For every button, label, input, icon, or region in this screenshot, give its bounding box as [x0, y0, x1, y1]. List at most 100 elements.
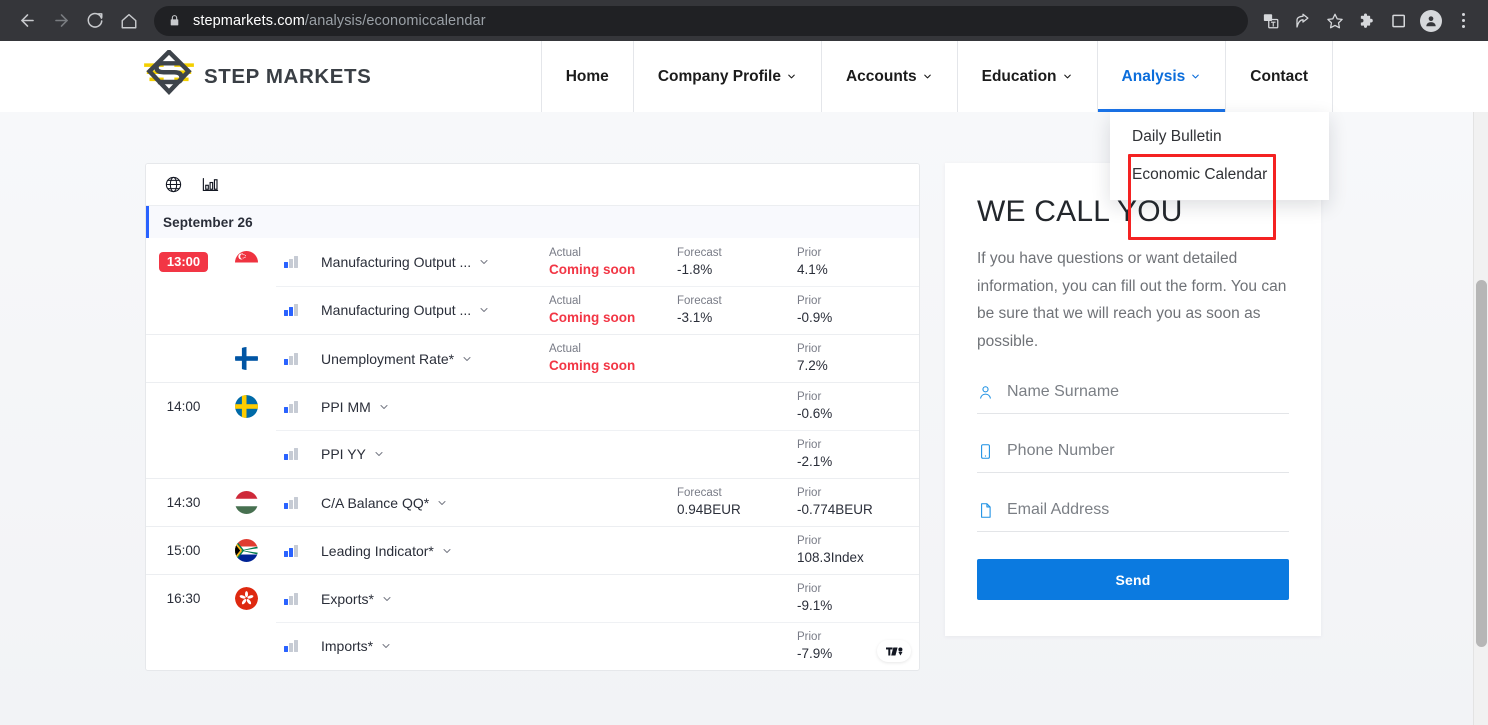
prior-label: Prior [797, 535, 822, 548]
prior-value: -0.6% [797, 406, 833, 422]
table-row[interactable]: 15:00 Leading Indicator* Prior 108.3Index [146, 526, 919, 574]
event-name-cell[interactable]: PPI MM [311, 399, 549, 415]
prior-cell: Prior -9.1% [797, 582, 919, 615]
event-time: 15:00 [166, 543, 201, 558]
page-scrollbar[interactable] [1473, 112, 1488, 725]
event-time-cell: 13:00 [146, 251, 221, 273]
event-time: 14:00 [166, 399, 201, 414]
nav-item-company-profile[interactable]: Company Profile [632, 41, 821, 112]
table-row[interactable]: Unemployment Rate* Actual Coming soon Prior… [146, 334, 919, 382]
event-name: Imports* [321, 638, 374, 654]
country-flag-cell [221, 539, 271, 562]
address-bar[interactable]: stepmarkets.com/analysis/economiccalenda… [154, 5, 1248, 36]
url-text: stepmarkets.com/analysis/economiccalenda… [193, 13, 486, 29]
translate-icon[interactable] [1256, 6, 1286, 36]
event-name-cell[interactable]: Exports* [311, 591, 549, 607]
prior-value: -9.1% [797, 598, 833, 614]
globe-icon[interactable] [164, 175, 183, 194]
back-button[interactable] [10, 4, 44, 38]
email-input[interactable] [1007, 501, 1289, 520]
chevron-down-icon[interactable] [478, 304, 490, 316]
lock-icon [168, 14, 181, 27]
site-header: STEP MARKETS Home Company Profile Accoun… [0, 41, 1488, 240]
table-row[interactable]: 14:30 C/A Balance QQ* Forecast 0.94BEUR Prio… [146, 478, 919, 526]
nav-item-education[interactable]: Education [956, 41, 1097, 112]
chevron-down-icon[interactable] [380, 640, 392, 652]
table-row[interactable]: 14:00 PPI MM Prior -0.6% [146, 382, 919, 430]
event-name-cell[interactable]: C/A Balance QQ* [311, 495, 549, 511]
nav-item-home[interactable]: Home [540, 41, 633, 112]
prior-cell: Prior 108.3Index [797, 534, 919, 567]
dropdown-item-economic-calendar[interactable]: Economic Calendar [1110, 156, 1329, 194]
event-name-cell[interactable]: Unemployment Rate* [311, 351, 549, 367]
actual-value: Coming soon [549, 309, 636, 325]
site-logo[interactable]: STEP MARKETS [0, 41, 395, 112]
table-row[interactable]: 16:30 Exports* Prior -9.1% [146, 574, 919, 622]
event-time-cell: 15:00 [146, 543, 221, 558]
dropdown-item-daily-bulletin[interactable]: Daily Bulletin [1110, 118, 1329, 156]
phone-field-row[interactable] [977, 428, 1289, 474]
table-row[interactable]: Imports* Prior -7.9% [146, 622, 919, 670]
side-panel-icon[interactable] [1384, 6, 1414, 36]
page-content: September 26 13:00 Manufacturing Output .… [0, 112, 1488, 725]
prior-value: 4.1% [797, 261, 828, 277]
chrome-menu-icon[interactable] [1448, 6, 1478, 36]
volatility-bars-icon [284, 544, 298, 557]
prior-cell: Prior -0.774BEUR [797, 486, 919, 519]
prior-label: Prior [797, 246, 822, 259]
actual-value: Coming soon [549, 358, 636, 374]
volatility-bars-icon [284, 640, 298, 652]
chevron-down-icon[interactable] [378, 401, 390, 413]
forward-button[interactable] [44, 4, 78, 38]
chevron-down-icon [1190, 71, 1201, 82]
phone-input[interactable] [1007, 442, 1289, 461]
event-name-cell[interactable]: PPI YY [311, 446, 549, 462]
email-field-row[interactable] [977, 487, 1289, 533]
chevron-down-icon[interactable] [373, 448, 385, 460]
country-flag-cell [221, 347, 271, 370]
chevron-down-icon [1062, 71, 1073, 82]
chevron-down-icon[interactable] [478, 256, 490, 268]
share-icon[interactable] [1288, 6, 1318, 36]
event-name-cell[interactable]: Manufacturing Output ... [311, 254, 549, 270]
event-name-cell[interactable]: Leading Indicator* [311, 543, 549, 559]
country-flag-cell [221, 395, 271, 418]
forecast-label: Forecast [677, 246, 722, 259]
logo-mark-icon [142, 48, 196, 103]
main-navigation: Home Company Profile Accounts Education … [540, 41, 1333, 112]
extensions-puzzle-icon[interactable] [1352, 6, 1382, 36]
document-icon [977, 502, 994, 519]
name-field-row[interactable] [977, 369, 1289, 415]
chevron-down-icon[interactable] [381, 593, 393, 605]
prior-cell: Prior 7.2% [797, 342, 919, 375]
table-row[interactable]: Manufacturing Output ... Actual Coming soo… [146, 286, 919, 334]
panel-description: If you have questions or want detailed i… [977, 250, 1287, 350]
chevron-down-icon[interactable] [441, 545, 453, 557]
event-name-cell[interactable]: Manufacturing Output ... [311, 302, 549, 318]
tradingview-logo-icon[interactable] [877, 640, 911, 662]
nav-item-analysis[interactable]: Analysis [1096, 41, 1226, 112]
volatility-cell [271, 256, 311, 268]
event-name-cell[interactable]: Imports* [311, 638, 549, 654]
nav-item-contact[interactable]: Contact [1225, 41, 1333, 112]
chevron-down-icon[interactable] [436, 497, 448, 509]
prior-label: Prior [797, 391, 822, 404]
nav-item-accounts[interactable]: Accounts [820, 41, 957, 112]
volatility-cell [271, 352, 311, 365]
scrollbar-thumb[interactable] [1476, 280, 1487, 647]
phone-icon [977, 443, 994, 460]
volatility-cell [271, 304, 311, 316]
name-input[interactable] [1007, 383, 1289, 402]
chevron-down-icon[interactable] [461, 353, 473, 365]
table-row[interactable]: PPI YY Prior -2.1% [146, 430, 919, 478]
table-row[interactable]: 13:00 Manufacturing Output ... Actual Comin… [146, 238, 919, 286]
reload-button[interactable] [78, 4, 112, 38]
bar-chart-icon[interactable] [201, 175, 220, 194]
bookmark-star-icon[interactable] [1320, 6, 1350, 36]
profile-avatar-icon[interactable] [1416, 6, 1446, 36]
home-button[interactable] [112, 4, 146, 38]
analysis-dropdown-menu: Daily Bulletin Economic Calendar [1110, 112, 1329, 200]
event-name: PPI MM [321, 398, 371, 415]
send-button[interactable]: Send [977, 559, 1289, 601]
forecast-cell: Forecast -1.8% [677, 246, 797, 279]
